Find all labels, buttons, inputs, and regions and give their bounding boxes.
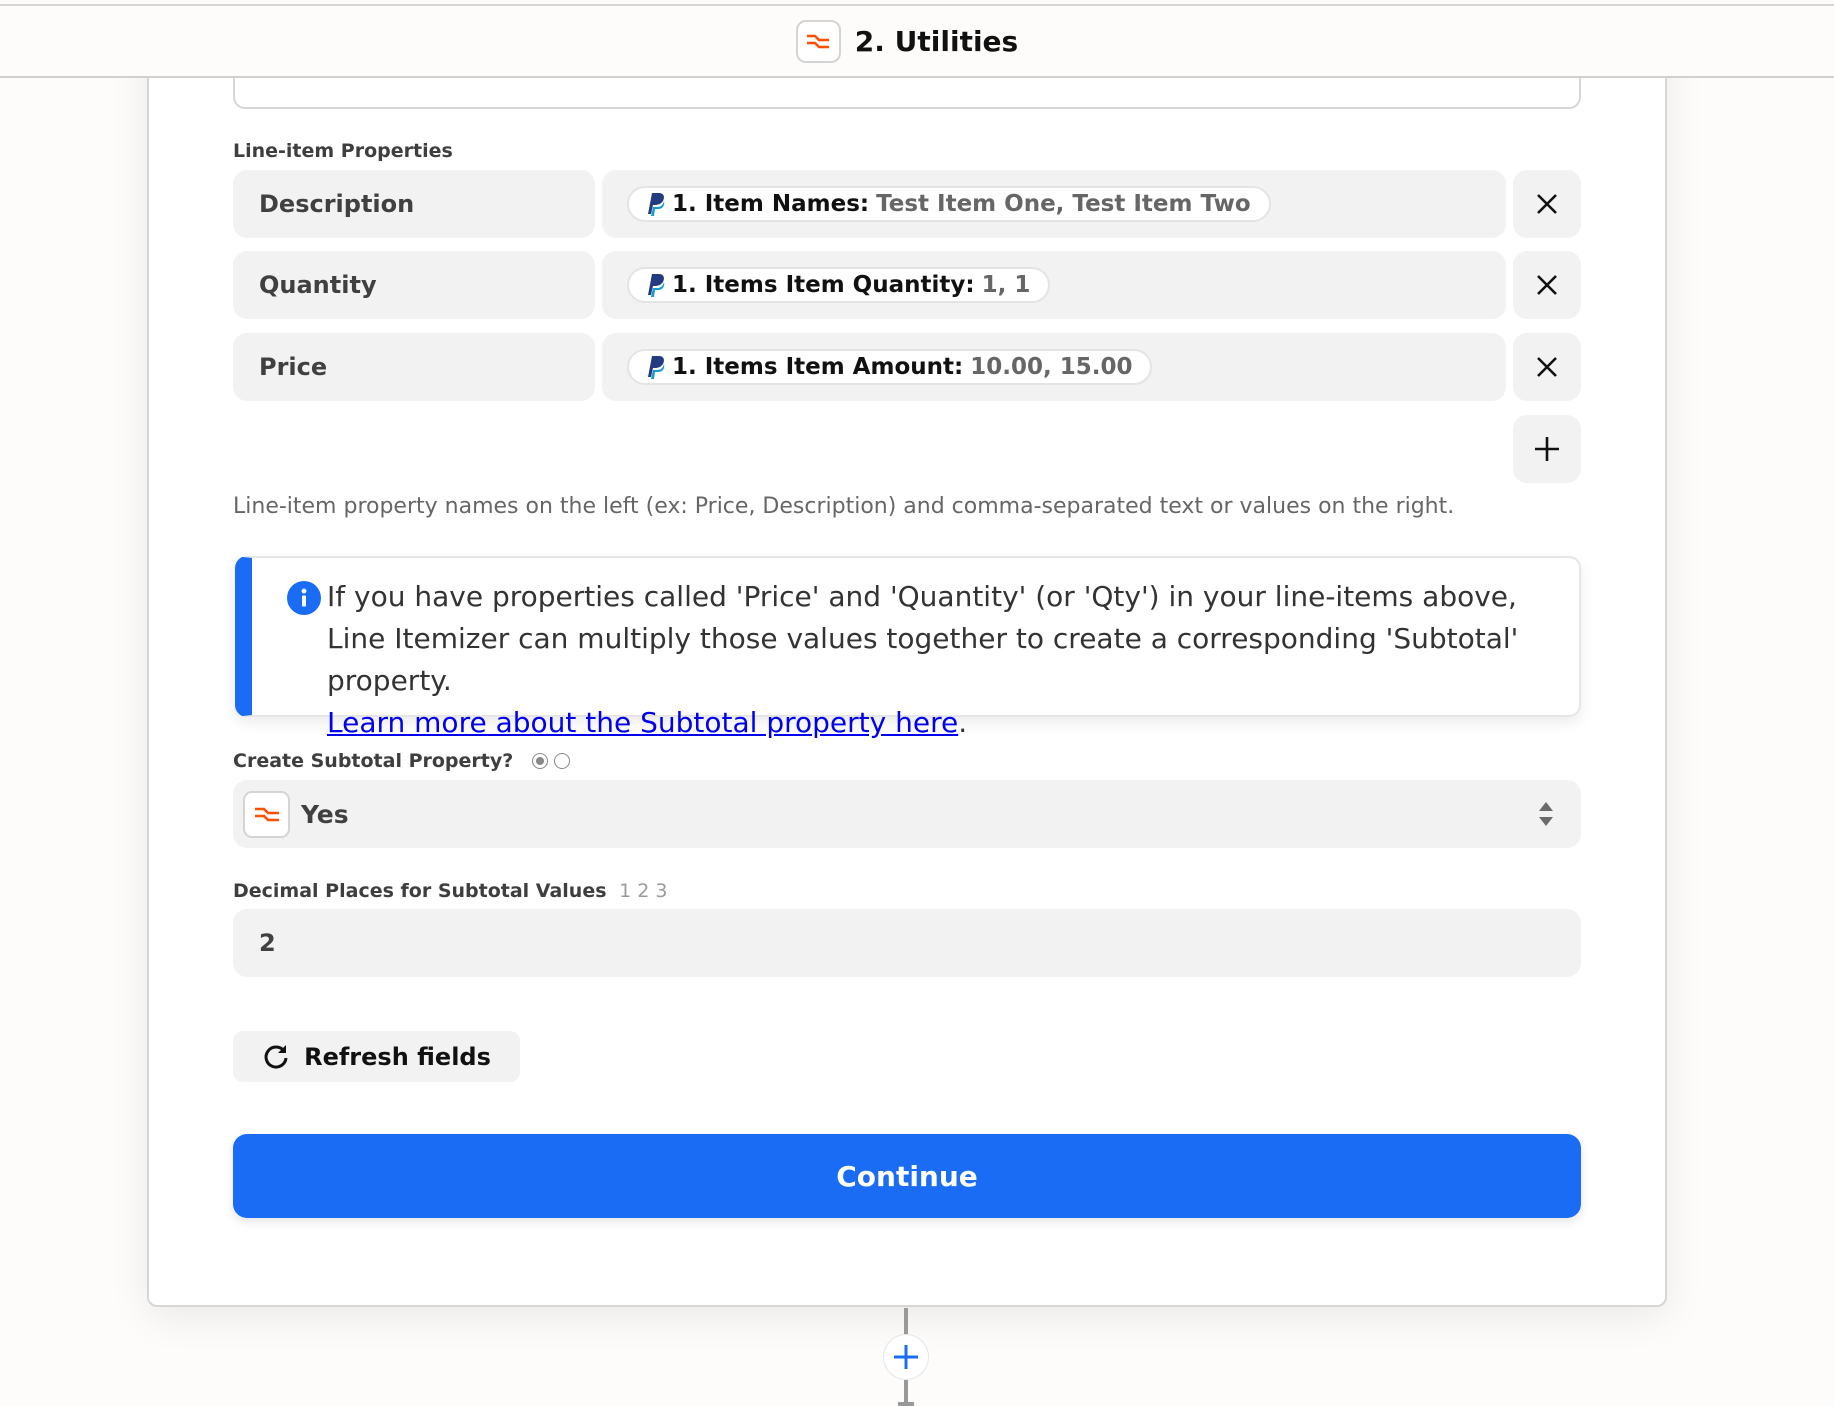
paypal-icon <box>645 355 665 379</box>
step-title: 2. Utilities <box>854 24 1019 58</box>
info-callout: If you have properties called 'Price' an… <box>235 556 1581 739</box>
line-item-key[interactable]: Description <box>233 170 595 238</box>
add-row-button[interactable] <box>1513 415 1581 483</box>
subtotal-select[interactable]: Yes <box>233 780 1581 848</box>
close-icon <box>1537 194 1557 214</box>
line-items-label: Line-item Properties <box>233 140 453 162</box>
decimal-places-label: Decimal Places for Subtotal Values 1 2 3 <box>233 880 668 902</box>
add-step-button[interactable] <box>884 1335 928 1379</box>
subtotal-learn-more-link[interactable]: Learn more about the Subtotal property h… <box>327 706 958 739</box>
remove-row-button[interactable] <box>1513 251 1581 319</box>
line-item-key[interactable]: Price <box>233 333 595 401</box>
number-type-hint-icon: 1 2 3 <box>619 880 668 902</box>
mapped-field-pill[interactable]: 1. Items Item Quantity: 1, 1 <box>627 267 1051 303</box>
line-item-value[interactable]: 1. Item Names: Test Item One, Test Item … <box>602 170 1506 238</box>
line-item-key[interactable]: Quantity <box>233 251 595 319</box>
step-connector-cap <box>898 1402 914 1406</box>
utilities-icon <box>795 19 841 63</box>
close-icon <box>1537 357 1557 377</box>
step-connector <box>904 1308 908 1336</box>
step-header: 2. Utilities <box>0 6 1834 78</box>
info-text: If you have properties called 'Price' an… <box>327 580 1519 739</box>
line-item-value[interactable]: 1. Items Item Amount: 10.00, 15.00 <box>602 333 1506 401</box>
radio-type-hint-icon <box>531 753 570 769</box>
mapped-field-pill[interactable]: 1. Item Names: Test Item One, Test Item … <box>627 186 1271 222</box>
plus-icon <box>894 1345 918 1369</box>
subtotal-selected-value: Yes <box>301 799 349 829</box>
refresh-fields-button[interactable]: Refresh fields <box>233 1031 520 1082</box>
close-icon <box>1537 275 1557 295</box>
decimal-places-input[interactable]: 2 <box>233 909 1581 977</box>
utilities-icon <box>243 790 290 838</box>
info-icon <box>287 581 321 615</box>
paypal-icon <box>645 273 665 297</box>
paypal-icon <box>645 192 665 216</box>
refresh-icon <box>264 1044 288 1069</box>
line-items-help-text: Line-item property names on the left (ex… <box>233 494 1455 519</box>
line-item-value[interactable]: 1. Items Item Quantity: 1, 1 <box>602 251 1506 319</box>
remove-row-button[interactable] <box>1513 333 1581 401</box>
subtotal-label: Create Subtotal Property? <box>233 750 570 772</box>
select-updown-icon <box>1539 802 1553 826</box>
plus-icon <box>1535 437 1559 461</box>
remove-row-button[interactable] <box>1513 170 1581 238</box>
mapped-field-pill[interactable]: 1. Items Item Amount: 10.00, 15.00 <box>627 349 1153 385</box>
continue-button[interactable]: Continue <box>233 1134 1581 1218</box>
